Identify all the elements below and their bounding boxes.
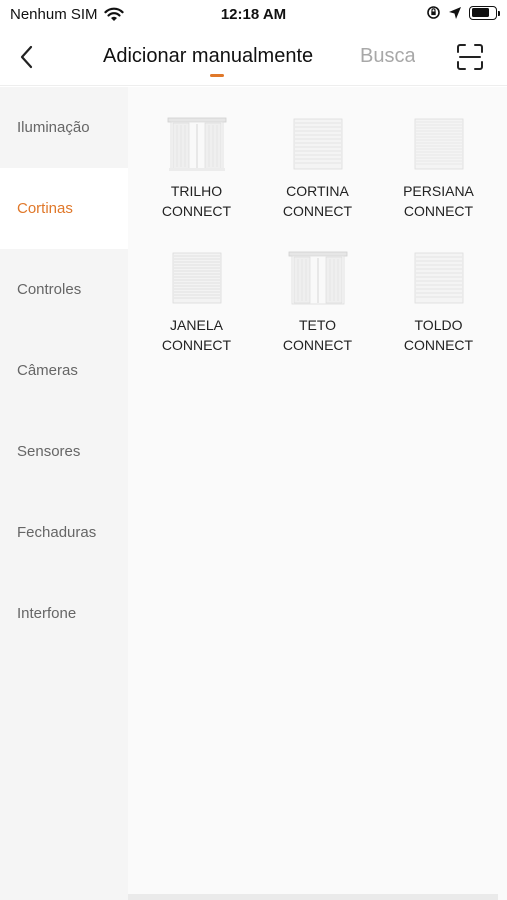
- device-label-line2: CONNECT: [403, 337, 474, 353]
- sidebar-item-cameras[interactable]: Câmeras: [0, 330, 128, 411]
- chevron-left-icon: [20, 45, 33, 69]
- device-label-line1: TOLDO: [414, 317, 463, 333]
- device-label: TRILHO CONNECT: [162, 181, 231, 221]
- device-cortina-connect[interactable]: CORTINA CONNECT: [257, 117, 378, 245]
- tab-add-manually[interactable]: Adicionar manualmente: [103, 45, 313, 68]
- device-teto-connect[interactable]: TETO CONNECT: [257, 251, 378, 379]
- window-blind-icon: [167, 251, 227, 307]
- sidebar-item-label: Iluminação: [17, 119, 90, 136]
- category-sidebar: Iluminação Cortinas Controles Câmeras Se…: [0, 87, 128, 900]
- device-label-line2: CONNECT: [282, 203, 353, 219]
- device-content-panel: TRILHO CONNECT CORTINA CONNECT PERSIANA …: [128, 87, 507, 900]
- device-label: TOLDO CONNECT: [404, 315, 473, 355]
- sidebar-item-label: Interfone: [17, 605, 77, 622]
- device-label: PERSIANA CONNECT: [403, 181, 474, 221]
- venetian-blind-icon: [409, 117, 469, 173]
- device-label-line1: JANELA: [170, 317, 223, 333]
- location-icon: [449, 6, 461, 19]
- orientation-lock-icon: [427, 6, 440, 19]
- sidebar-item-label: Sensores: [17, 443, 81, 460]
- active-tab-indicator: [210, 74, 224, 77]
- device-label-line1: CORTINA: [286, 183, 349, 199]
- header-bar: Adicionar manualmente Buscar: [0, 32, 507, 86]
- device-label-line2: CONNECT: [161, 203, 232, 219]
- device-label-line1: TRILHO: [170, 183, 223, 199]
- status-right: [426, 5, 500, 20]
- bottom-edge: [128, 894, 498, 900]
- sidebar-item-iluminacao[interactable]: Iluminação: [0, 87, 128, 168]
- device-janela-connect[interactable]: JANELA CONNECT: [136, 251, 257, 379]
- sidebar-item-sensores[interactable]: Sensores: [0, 411, 128, 492]
- device-label: JANELA CONNECT: [162, 315, 231, 355]
- scan-icon: [457, 44, 483, 70]
- device-label-line2: CONNECT: [403, 203, 474, 219]
- device-label-line1: PERSIANA: [403, 183, 474, 199]
- device-label: TETO CONNECT: [283, 315, 352, 355]
- device-label-line2: CONNECT: [161, 337, 232, 353]
- device-grid: TRILHO CONNECT CORTINA CONNECT PERSIANA …: [136, 117, 499, 379]
- sidebar-item-label: Controles: [17, 281, 82, 298]
- battery-icon: [469, 5, 500, 20]
- device-trilho-connect[interactable]: TRILHO CONNECT: [136, 117, 257, 245]
- awning-icon: [409, 251, 469, 307]
- battery-level-fill: [471, 8, 489, 17]
- scan-button[interactable]: [455, 42, 485, 72]
- device-label-line2: CONNECT: [282, 337, 353, 353]
- back-button[interactable]: [14, 42, 42, 72]
- sidebar-item-cortinas[interactable]: Cortinas: [0, 168, 128, 249]
- sidebar-item-label: Fechaduras: [17, 524, 97, 541]
- sidebar-item-label: Câmeras: [17, 362, 78, 379]
- device-label: CORTINA CONNECT: [283, 181, 352, 221]
- sidebar-item-controles[interactable]: Controles: [0, 249, 128, 330]
- device-label-line1: TETO: [298, 317, 337, 333]
- roller-blind-icon: [288, 117, 348, 173]
- curtain-rail-icon: [167, 117, 227, 173]
- sidebar-item-label: Cortinas: [17, 200, 73, 217]
- ceiling-curtain-icon: [288, 251, 348, 307]
- device-persiana-connect[interactable]: PERSIANA CONNECT: [378, 117, 499, 245]
- tab-search[interactable]: Buscar: [360, 45, 415, 68]
- sidebar-item-fechaduras[interactable]: Fechaduras: [0, 492, 128, 573]
- sidebar-item-interfone[interactable]: Interfone: [0, 573, 128, 654]
- status-bar: Nenhum SIM 12:18 AM: [0, 0, 507, 32]
- device-toldo-connect[interactable]: TOLDO CONNECT: [378, 251, 499, 379]
